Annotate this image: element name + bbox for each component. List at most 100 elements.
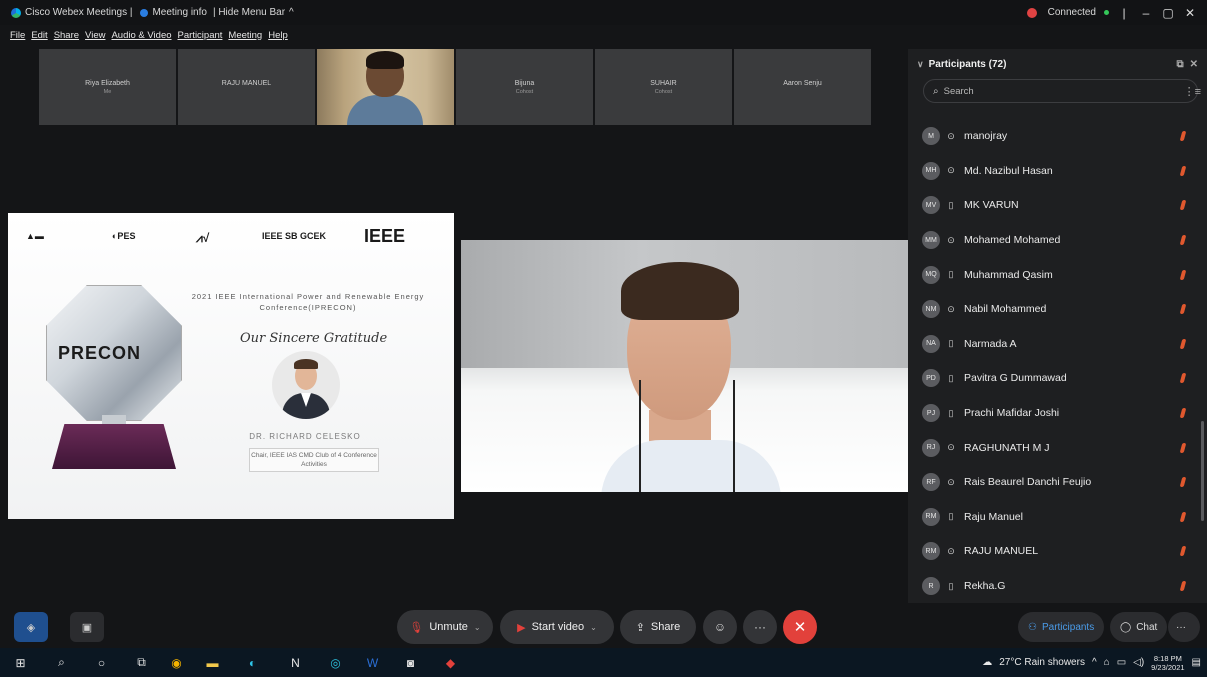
thumbnail-tile[interactable]: Bijuna Cohost: [456, 49, 593, 125]
chevron-down-icon[interactable]: ⌄: [474, 623, 481, 632]
tile-name: SUHAIR: [650, 80, 677, 87]
camera-icon[interactable]: ◙: [402, 654, 419, 671]
thumbnail-video-tile[interactable]: [317, 49, 454, 125]
participant-row[interactable]: MV ▯ MK VARUN: [908, 188, 1207, 223]
leave-meeting-button[interactable]: ✕: [783, 610, 817, 644]
menu-audio-video[interactable]: Audio & Video: [111, 30, 171, 41]
menu-view[interactable]: View: [85, 30, 105, 41]
start-video-button[interactable]: ▶ Start video ⌄: [500, 610, 614, 644]
menu-edit[interactable]: Edit: [31, 30, 47, 41]
volume-icon[interactable]: ◁): [1133, 657, 1144, 668]
notifications-icon[interactable]: ▤: [1192, 657, 1201, 668]
word-icon[interactable]: W: [364, 654, 381, 671]
thumbnail-tile[interactable]: Aaron Senju: [734, 49, 871, 125]
cortana-icon[interactable]: ○: [93, 654, 110, 671]
maximize-icon[interactable]: ▢: [1161, 6, 1175, 20]
menu-bar: File Edit Share View Audio & Video Parti…: [0, 25, 900, 45]
menu-meeting[interactable]: Meeting: [228, 30, 262, 41]
task-view-icon[interactable]: ⧉: [133, 654, 150, 671]
tray-overflow-icon[interactable]: ^: [1092, 657, 1097, 668]
participant-name: Nabil Mohammed: [964, 303, 1047, 316]
participant-row[interactable]: M ⊙ manojray: [908, 119, 1207, 154]
mic-muted-icon: [1179, 546, 1187, 557]
avatar: MM: [922, 231, 940, 250]
menu-share[interactable]: Share: [54, 30, 79, 41]
minimize-icon[interactable]: –: [1139, 6, 1153, 20]
mic-muted-icon: [1179, 165, 1187, 176]
separator-icon: |: [1122, 5, 1126, 20]
participant-row[interactable]: R ▯ Rekha.G: [908, 569, 1207, 604]
sort-list-icon[interactable]: ⋮≡: [1184, 85, 1201, 98]
chrome-icon[interactable]: ◉: [168, 654, 185, 671]
participant-name: manojray: [964, 130, 1008, 143]
share-button[interactable]: ⇪ Share: [620, 610, 696, 644]
participant-name: Mohamed Mohamed: [964, 234, 1061, 247]
participant-row[interactable]: RM ▯ Raju Manuel: [908, 500, 1207, 535]
menu-participant[interactable]: Participant: [178, 30, 223, 41]
menu-file[interactable]: File: [10, 30, 25, 41]
participant-list-scrollbar[interactable]: [1201, 421, 1204, 521]
popout-icon[interactable]: ⧉: [1176, 59, 1183, 70]
participant-search-input[interactable]: ⌕ Search ⋮≡: [923, 79, 1201, 103]
participants-tab-button[interactable]: ⚇ Participants: [1018, 612, 1105, 642]
weather-icon[interactable]: ☁: [982, 657, 992, 668]
active-speaker-video[interactable]: [461, 240, 909, 492]
reactions-icon[interactable]: ☺: [703, 610, 737, 644]
connection-status[interactable]: Connected: [1048, 7, 1096, 18]
notion-icon[interactable]: N: [287, 654, 304, 671]
taskbar-clock[interactable]: 8:18 PM 9/23/2021: [1151, 654, 1184, 672]
participant-row[interactable]: RJ ⊙ RAGHUNATH M J: [908, 430, 1207, 465]
participant-row[interactable]: MQ ▯ Muhammad Qasim: [908, 257, 1207, 292]
conference-title: 2021 IEEE International Power and Renewa…: [191, 292, 425, 312]
participant-row[interactable]: PD ▯ Pavitra G Dummawad: [908, 361, 1207, 396]
avatar: NM: [922, 300, 940, 319]
edge-icon[interactable]: ◐: [244, 654, 261, 671]
participant-row[interactable]: PJ ▯ Prachi Mafidar Joshi: [908, 396, 1207, 431]
file-explorer-icon[interactable]: ▬: [204, 654, 221, 671]
shared-content-slide: ▲▬ ◐PES ⩘√ IEEE SB GCEK IEEE PRECON 2021…: [8, 213, 454, 519]
meeting-info-button[interactable]: Meeting info: [152, 7, 206, 18]
collapse-chevron-icon[interactable]: ∨: [917, 59, 924, 70]
participant-row[interactable]: MM ⊙ Mohamed Mohamed: [908, 223, 1207, 258]
mic-muted-icon: 🎙: [409, 621, 424, 634]
thumbnail-tile[interactable]: RAJU MANUEL: [178, 49, 315, 125]
share-icon: ⇪: [635, 621, 645, 634]
search-icon[interactable]: ⌕: [53, 654, 70, 671]
chat-tab-button[interactable]: ◯ Chat: [1110, 612, 1168, 642]
menu-help[interactable]: Help: [268, 30, 288, 41]
participant-row[interactable]: RM ⊙ RAJU MANUEL: [908, 534, 1207, 569]
gratitude-text: Our Sincere Gratitude: [240, 331, 388, 346]
avatar: RM: [922, 507, 940, 526]
more-options-icon[interactable]: ···: [743, 610, 777, 644]
weather-text[interactable]: 27°C Rain showers: [999, 657, 1085, 668]
webex-taskbar-icon[interactable]: ◎: [327, 654, 344, 671]
app-icon[interactable]: ◆: [442, 654, 459, 671]
participant-row[interactable]: NA ▯ Narmada A: [908, 327, 1207, 362]
phone-device-icon: ▯: [948, 580, 954, 591]
participant-row[interactable]: NM ⊙ Nabil Mohammed: [908, 292, 1207, 327]
network-icon[interactable]: ⌂: [1104, 657, 1110, 668]
speaker-hair: [621, 262, 739, 320]
avatar: NA: [922, 334, 940, 353]
participant-row[interactable]: RF ⊙ Rais Beaurel Danchi Feujio: [908, 465, 1207, 500]
thumbnail-tile[interactable]: Riya Elizabeth Me: [39, 49, 176, 125]
more-panels-button[interactable]: ···: [1168, 612, 1200, 642]
info-icon[interactable]: [140, 8, 149, 17]
ieee-logo: IEEE: [364, 226, 406, 246]
mic-muted-icon: [1179, 131, 1187, 142]
windows-start-icon[interactable]: ⊞: [12, 654, 29, 671]
battery-icon[interactable]: ▭: [1117, 657, 1126, 668]
close-panel-icon[interactable]: ✕: [1190, 59, 1198, 70]
unmute-button[interactable]: 🎙 Unmute ⌄: [397, 610, 493, 644]
tile-role: Cohost: [515, 89, 534, 95]
participant-row[interactable]: MH ⊙ Md. Nazibul Hasan: [908, 154, 1207, 189]
webex-assistant-icon[interactable]: ◈: [14, 612, 48, 642]
captions-icon[interactable]: ▣: [70, 612, 104, 642]
thumbnail-tile[interactable]: SUHAIR Cohost: [595, 49, 732, 125]
video-off-icon: ▶: [517, 621, 526, 634]
chevron-up-icon[interactable]: ^: [289, 7, 294, 18]
chevron-down-icon[interactable]: ⌄: [590, 623, 597, 632]
close-window-icon[interactable]: ✕: [1183, 6, 1197, 20]
hide-menu-bar-button[interactable]: | Hide Menu Bar: [213, 7, 285, 18]
headset-device-icon: ⊙: [947, 442, 955, 453]
